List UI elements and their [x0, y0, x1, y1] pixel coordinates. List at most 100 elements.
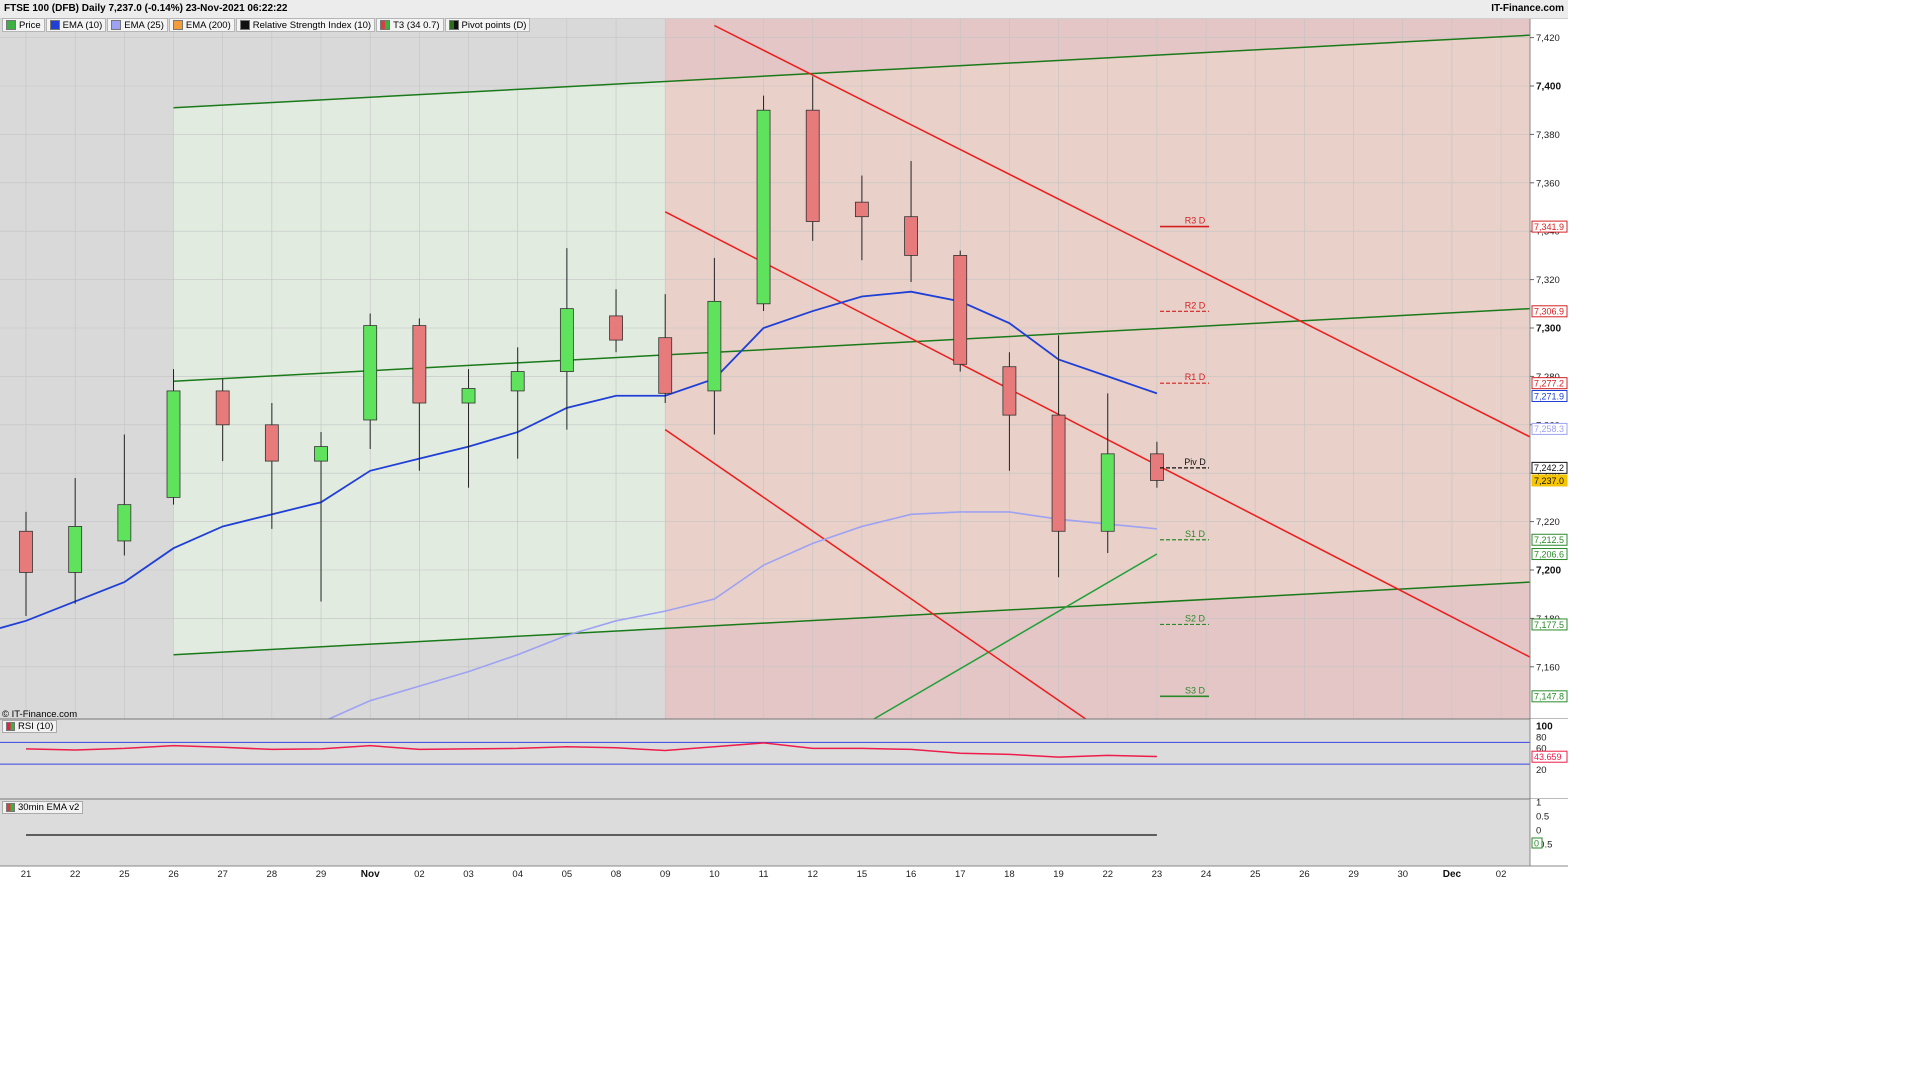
bear-candle [264, 424, 279, 462]
date-tick-label: Dec [1443, 869, 1462, 880]
bear-candle [1051, 414, 1066, 532]
chart-title: FTSE 100 (DFB) Daily 7,237.0 (-0.14%) 23… [4, 3, 288, 14]
price-tag: 7,237.0 [1534, 476, 1564, 486]
bear-candle [658, 337, 673, 394]
price-tag: 7,177.5 [1534, 620, 1564, 630]
ema10-swatch-icon [49, 20, 60, 30]
rsi-panel-bg [0, 719, 1530, 799]
date-tick-label: 30 [1397, 869, 1408, 880]
price-tag: 7,271.9 [1534, 391, 1564, 401]
date-tick-label: Nov [361, 869, 380, 880]
date-tick-label: 04 [512, 869, 523, 880]
bull-candle [707, 300, 722, 392]
price-tag: 7,212.5 [1534, 535, 1564, 545]
price-tag: 7,258.3 [1534, 424, 1564, 434]
price-tick-label: 7,200 [1536, 566, 1561, 577]
date-tick-label: 25 [1250, 869, 1261, 880]
bull-candle [1100, 453, 1115, 532]
price-tag: 7,242.2 [1534, 463, 1564, 473]
bull-candle [166, 390, 181, 498]
rsi-tick-label: 20 [1536, 765, 1547, 776]
rsi-panel-label[interactable]: RSI (10) [2, 720, 58, 733]
date-axis-bg [0, 866, 1568, 882]
date-tick-label: 21 [21, 869, 32, 880]
date-tick-label: 15 [857, 869, 868, 880]
rsi-panel: 1008060402043.659 [0, 718, 1568, 799]
legend-ema25[interactable]: EMA (25) [107, 18, 168, 32]
bull-candle [461, 388, 476, 404]
date-tick-label: 24 [1201, 869, 1212, 880]
rsi-label-swatch-icon [6, 722, 15, 731]
price-tag: 7,147.8 [1534, 692, 1564, 702]
pivot-label: Piv D [1184, 457, 1206, 467]
bull-candle [314, 446, 328, 462]
date-tick-label: 05 [562, 869, 573, 880]
bear-candle [953, 254, 968, 365]
pivot-label: S3 D [1185, 685, 1206, 695]
copyright: © IT-Finance.com [2, 709, 78, 720]
date-tick-label: 09 [660, 869, 671, 880]
legend-price[interactable]: Price [2, 18, 45, 32]
date-tick-label: 02 [414, 869, 425, 880]
price-tick-label: 7,400 [1536, 82, 1561, 93]
rsi-tick-label: 80 [1536, 732, 1547, 743]
price-tag: 7,277.2 [1534, 378, 1564, 388]
date-tick-label: 23 [1152, 869, 1163, 880]
bull-candle [363, 325, 378, 421]
date-axis: 21 22 25 26 27 28 29 Nov 02 03 04 05 08 09 10 11 12 15 16 1… [0, 865, 1568, 882]
downtrend-channel-fill [665, 18, 1530, 719]
price-tick-label: 7,420 [1536, 33, 1560, 44]
bear-candle [609, 315, 623, 341]
date-tick-label: 22 [1102, 869, 1113, 880]
date-tick-label: 22 [70, 869, 81, 880]
ema25-swatch-icon [111, 20, 122, 30]
legend-rsi[interactable]: Relative Strength Index (10) [235, 18, 376, 32]
bull-candle [756, 109, 771, 305]
legend-t3[interactable]: T3 (34 0.7) [376, 18, 444, 32]
date-tick-label: 10 [709, 869, 720, 880]
bear-candle [19, 530, 33, 573]
price-tick-label: 7,160 [1536, 662, 1560, 673]
date-tick-label: 19 [1053, 869, 1064, 880]
ema-tick-label: 1 [1536, 798, 1541, 809]
bear-candle [805, 109, 820, 222]
legend-ema10[interactable]: EMA (10) [45, 18, 107, 32]
bull-candle [68, 526, 83, 573]
ema-tick-label: 0 [1536, 826, 1541, 837]
price-tag: 7,341.9 [1534, 222, 1564, 232]
legend-ema200[interactable]: EMA (200) [168, 18, 235, 32]
pivot-label: R3 D [1185, 216, 1206, 226]
date-tick-label: 17 [955, 869, 966, 880]
ema-panel: 10.50-0.50 [0, 798, 1568, 866]
bear-candle [215, 390, 230, 426]
ftse-chart: R3 DR2 DR1 DPiv DS1 DS2 DS3 D 7,1607,180… [0, 18, 1568, 882]
price-swatch-icon [6, 20, 16, 30]
t3-swatch-icon [380, 20, 391, 30]
bear-candle [854, 201, 869, 218]
price-tag: 7,206.6 [1534, 549, 1564, 559]
date-tick-label: 03 [463, 869, 474, 880]
price-tick-label: 7,320 [1536, 275, 1560, 286]
date-tick-label: 12 [807, 869, 818, 880]
price-tag: 7,306.9 [1534, 307, 1564, 317]
ema-tick-label: 0.5 [1536, 812, 1549, 823]
date-tick-label: 29 [1348, 869, 1359, 880]
ema-panel-label[interactable]: 30min EMA v2 [2, 801, 84, 814]
date-tick-label: 02 [1496, 869, 1507, 880]
date-tick-label: 28 [267, 869, 278, 880]
bear-candle [1002, 366, 1017, 416]
bull-candle [559, 308, 574, 372]
price-tick-label: 7,300 [1536, 324, 1561, 335]
legend-pivots[interactable]: Pivot points (D) [444, 18, 531, 32]
date-tick-label: 08 [611, 869, 622, 880]
price-tick-label: 7,360 [1536, 178, 1560, 189]
date-tick-label: 26 [168, 869, 179, 880]
date-tick-label: 16 [906, 869, 917, 880]
date-tick-label: 25 [119, 869, 130, 880]
ema-label-swatch-icon [6, 803, 15, 812]
date-tick-label: 29 [316, 869, 327, 880]
date-tick-label: 11 [759, 869, 769, 880]
pivot-swatch-icon [448, 20, 459, 30]
bear-candle [1150, 453, 1164, 481]
date-tick-label: 27 [217, 869, 228, 880]
